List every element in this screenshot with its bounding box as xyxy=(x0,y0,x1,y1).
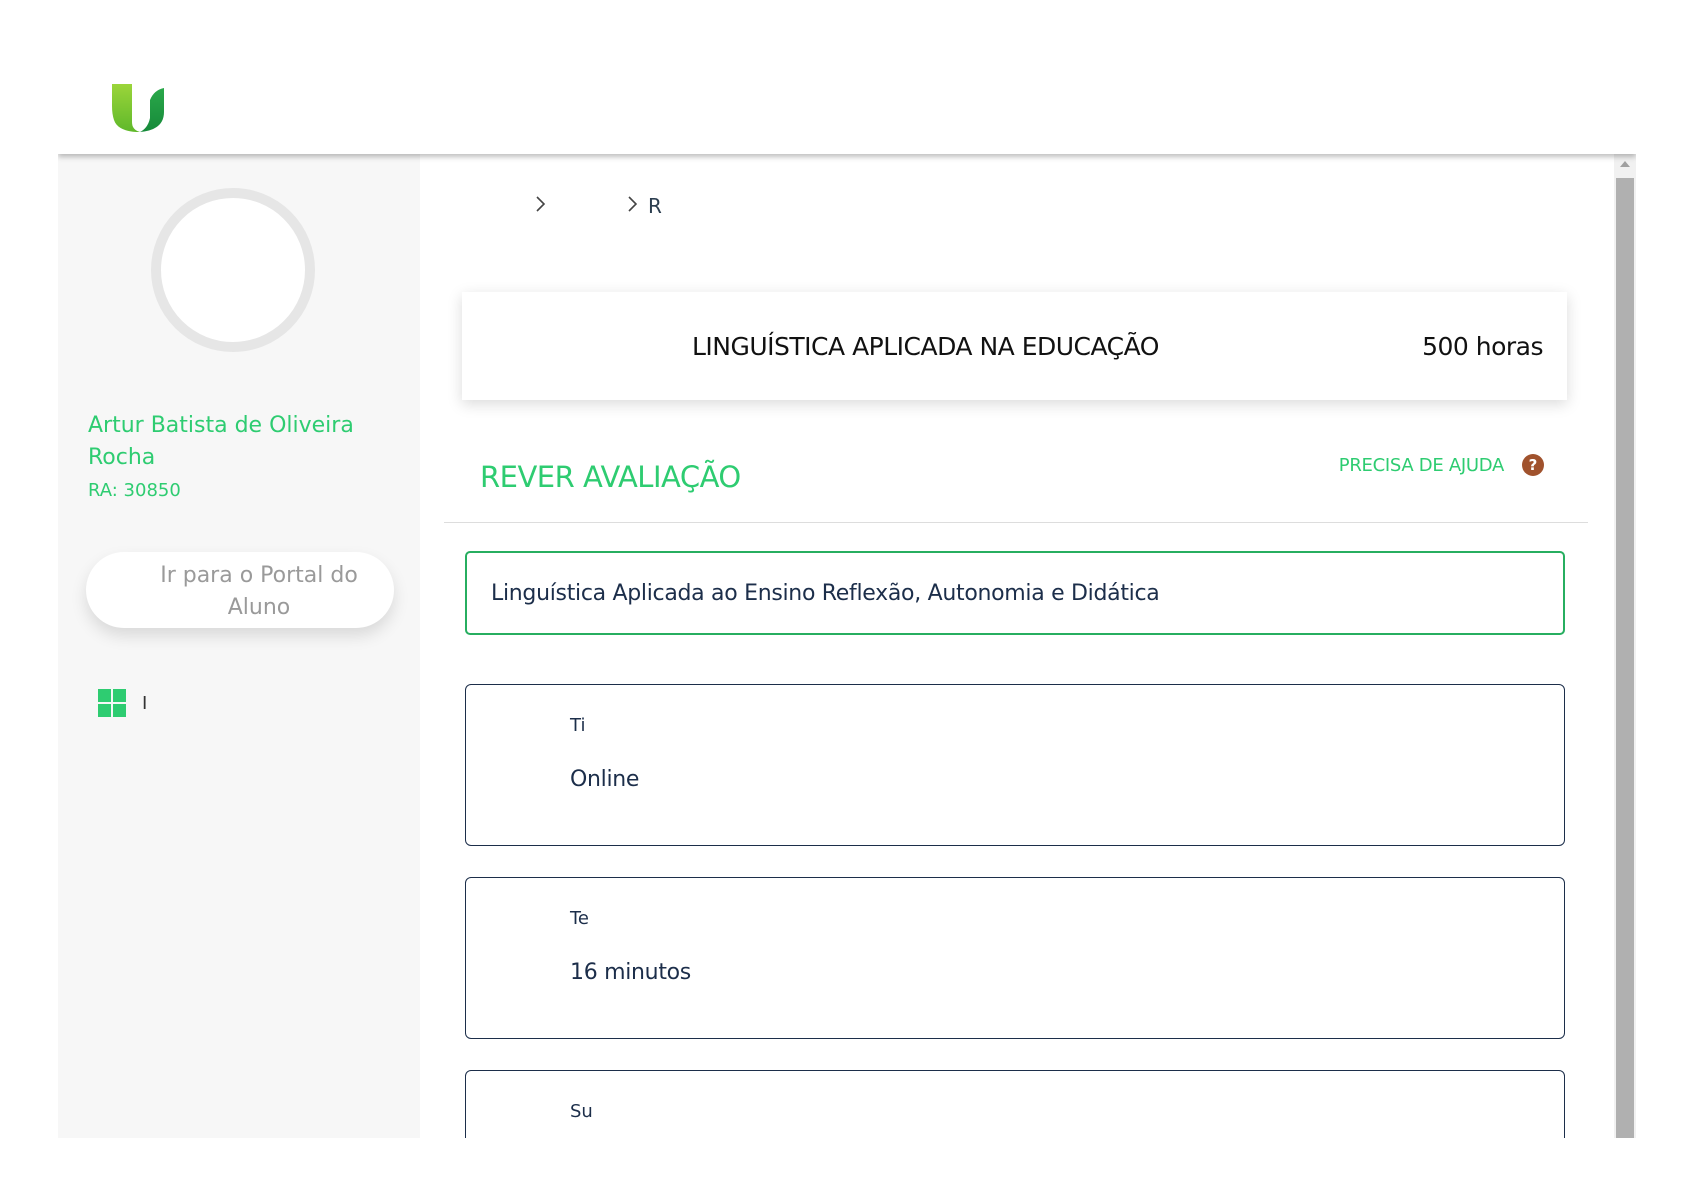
main-content: R LINGUÍSTICA APLICADA NA EDUCAÇÃO 500 h… xyxy=(420,154,1636,1138)
activity-title-box: Linguística Aplicada ao Ensino Reflexão,… xyxy=(465,551,1565,635)
info-value: 16 minutos xyxy=(570,960,691,985)
course-hours: 500 horas xyxy=(1422,332,1543,361)
breadcrumb-item-current: R xyxy=(648,194,662,218)
breadcrumb: R xyxy=(526,194,662,218)
vertical-scrollbar[interactable] xyxy=(1614,154,1636,1138)
sidebar: Artur Batista de Oliveira Rocha RA: 3085… xyxy=(58,154,420,1138)
info-label: Ti xyxy=(570,715,586,736)
top-header xyxy=(58,58,1636,154)
info-box-submission: Su xyxy=(465,1070,1565,1138)
course-title: LINGUÍSTICA APLICADA NA EDUCAÇÃO xyxy=(692,332,1159,361)
scroll-up-button[interactable] xyxy=(1614,154,1636,174)
help-label: PRECISA DE AJUDA xyxy=(1338,454,1505,476)
user-ra: RA: 30850 xyxy=(88,480,181,501)
info-label: Te xyxy=(570,908,590,929)
info-label: Su xyxy=(570,1101,593,1122)
help-link[interactable]: PRECISA DE AJUDA ? xyxy=(1339,454,1544,476)
arrow-up-icon xyxy=(1620,161,1630,167)
app-window: Artur Batista de Oliveira Rocha RA: 3085… xyxy=(58,58,1636,1138)
info-box-time: Te 16 minutos xyxy=(465,877,1565,1039)
question-icon: ? xyxy=(1522,454,1544,476)
sidebar-item-label: I xyxy=(142,692,148,714)
dashboard-icon xyxy=(98,689,126,717)
scrollbar-thumb[interactable] xyxy=(1616,178,1634,1138)
page-title: REVER AVALIAÇÃO xyxy=(480,460,741,494)
chevron-right-icon xyxy=(534,194,548,218)
brand-logo-icon[interactable] xyxy=(110,82,166,134)
chevron-right-icon xyxy=(626,194,640,218)
divider xyxy=(444,522,1588,523)
user-name: Artur Batista de Oliveira Rocha xyxy=(88,413,354,470)
info-box-type: Ti Online xyxy=(465,684,1565,846)
avatar[interactable] xyxy=(151,188,315,352)
course-card: LINGUÍSTICA APLICADA NA EDUCAÇÃO 500 hor… xyxy=(462,292,1567,400)
portal-button[interactable]: Ir para o Portal do Aluno xyxy=(86,552,394,628)
info-value: Online xyxy=(570,767,640,792)
sidebar-item-dashboard[interactable]: I xyxy=(98,688,147,718)
